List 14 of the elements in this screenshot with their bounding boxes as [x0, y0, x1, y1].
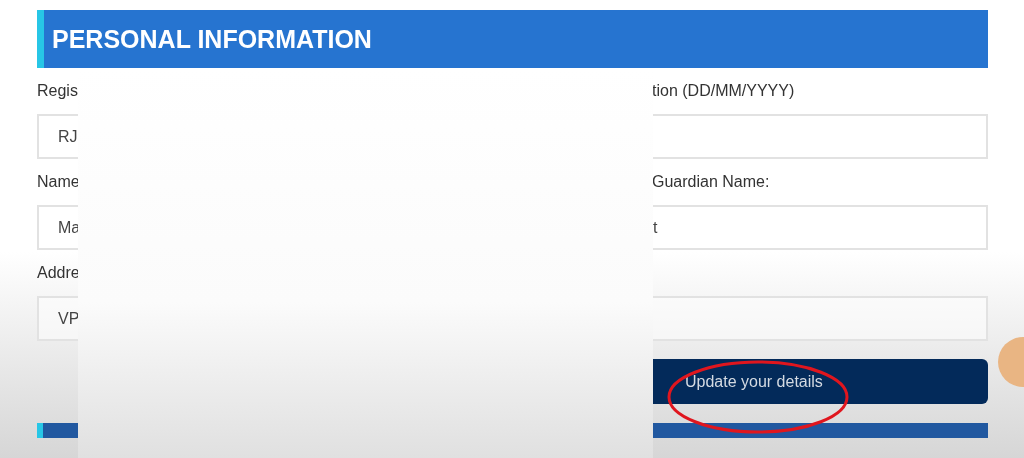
section-title: PERSONAL INFORMATION [52, 24, 372, 54]
field-label: Regis [37, 82, 78, 99]
update-button[interactable]: Update your details [653, 359, 988, 404]
field-label: Name [37, 173, 80, 190]
header-accent [37, 10, 44, 68]
input-field[interactable]: RJ [37, 114, 78, 159]
input-field[interactable]: VP [37, 296, 78, 341]
input-field[interactable] [653, 114, 988, 159]
field-label: Guardian Name: [652, 173, 770, 190]
input-field[interactable] [653, 296, 988, 341]
field-label: Addre [37, 264, 80, 281]
field-label: tion (DD/MM/YYYY) [652, 82, 795, 99]
input-field[interactable]: t [653, 205, 988, 250]
section-bar [37, 423, 78, 438]
